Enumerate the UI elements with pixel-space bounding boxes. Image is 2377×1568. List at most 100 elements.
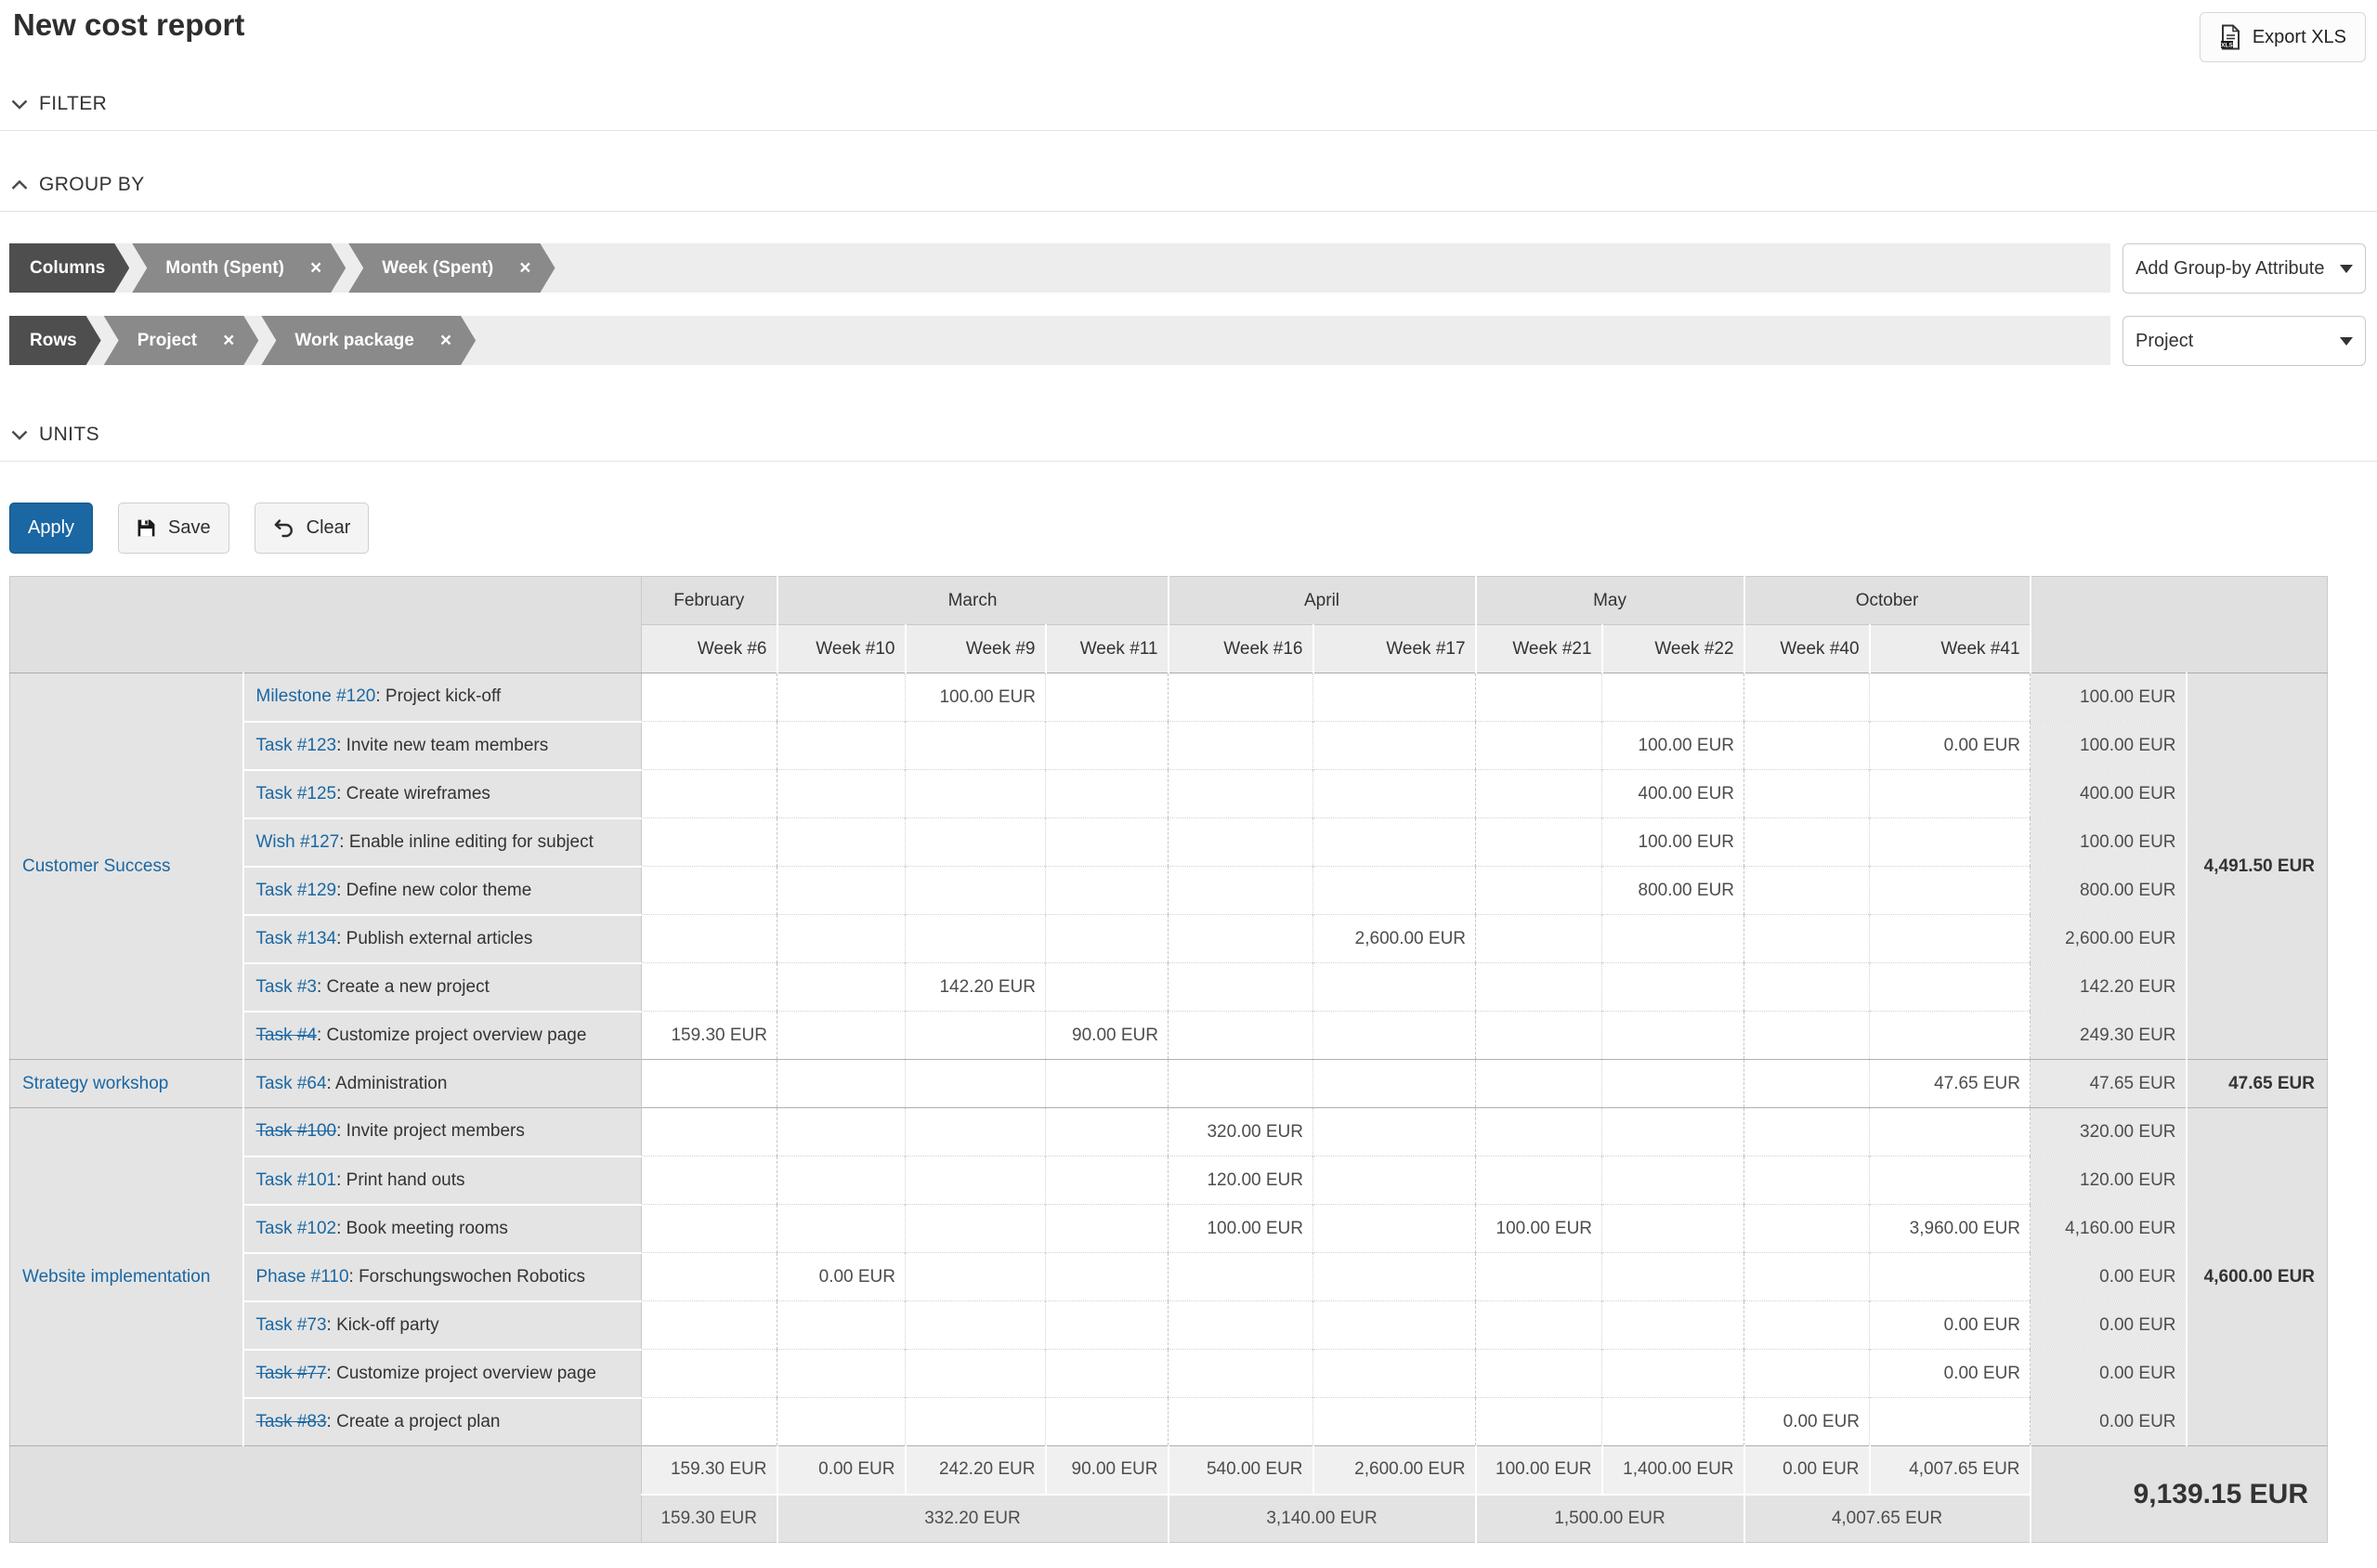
project-link[interactable]: Strategy workshop	[22, 1074, 168, 1093]
work-package-link[interactable]: Task #123	[256, 736, 337, 755]
cost-cell	[641, 721, 777, 770]
work-package-link[interactable]: Task #102	[256, 1219, 337, 1238]
work-package-link[interactable]: Milestone #120	[256, 686, 376, 706]
filter-section-toggle[interactable]: FILTER	[11, 93, 107, 115]
cost-cell	[777, 1107, 906, 1156]
cost-cell: 100.00 EUR	[1475, 1204, 1603, 1253]
cost-cell	[1168, 866, 1313, 915]
cost-cell	[777, 1156, 906, 1205]
row-sum-cell: 4,160.00 EUR	[2030, 1204, 2187, 1253]
close-icon[interactable]: ×	[310, 258, 321, 278]
work-package-link[interactable]: Task #64	[256, 1074, 327, 1093]
work-package-subject: : Forschungswochen Robotics	[348, 1266, 586, 1287]
row-sum-cell: 400.00 EUR	[2030, 769, 2187, 818]
month-header: February	[641, 576, 778, 625]
week-total-cell: 90.00 EUR	[1045, 1445, 1169, 1495]
cost-cell	[1869, 1252, 2031, 1301]
cost-cell	[777, 914, 906, 963]
cost-cell	[905, 817, 1046, 867]
cost-cell: 100.00 EUR	[1601, 721, 1745, 770]
work-package-cell: Task #64: Administration	[242, 1059, 642, 1108]
cost-cell	[641, 1156, 777, 1205]
group-by-chip-week-spent-[interactable]: Week (Spent) ×	[348, 243, 555, 293]
group-by-section-toggle[interactable]: GROUP BY	[11, 174, 145, 196]
work-package-link[interactable]: Task #83	[256, 1412, 327, 1431]
work-package-link[interactable]: Task #77	[256, 1364, 327, 1383]
work-package-cell: Milestone #120: Project kick-off	[242, 673, 642, 722]
cost-cell	[905, 1156, 1046, 1205]
cost-cell	[1045, 1252, 1169, 1301]
cost-cell	[1168, 1397, 1313, 1446]
export-xls-icon: XLS	[2219, 24, 2241, 50]
work-package-link[interactable]: Phase #110	[256, 1267, 349, 1287]
work-package-link[interactable]: Task #4	[256, 1026, 317, 1045]
cost-cell	[1168, 1300, 1313, 1350]
section-divider	[0, 130, 2377, 131]
cost-cell	[1045, 962, 1169, 1012]
work-package-cell: Task #77: Customize project overview pag…	[242, 1348, 642, 1398]
cost-cell	[905, 1107, 1046, 1156]
work-package-link[interactable]: Task #100	[256, 1121, 337, 1141]
project-link[interactable]: Website implementation	[22, 1267, 210, 1287]
clear-button[interactable]: Clear	[254, 503, 370, 554]
group-by-chip-project[interactable]: Project ×	[104, 316, 259, 365]
cost-cell	[1869, 673, 2031, 722]
month-total-cell: 332.20 EUR	[777, 1493, 1169, 1543]
add-group-by-attribute-dropdown[interactable]: Add Group-by Attribute	[2122, 243, 2366, 294]
table-row: Task #4: Customize project overview page…	[10, 1010, 2328, 1060]
work-package-link[interactable]: Task #73	[256, 1315, 327, 1335]
cost-cell	[1475, 1252, 1603, 1301]
cost-cell	[1601, 1156, 1745, 1205]
cost-cell	[1168, 962, 1313, 1012]
work-package-link[interactable]: Task #3	[256, 977, 317, 997]
export-xls-button[interactable]: XLS Export XLS	[2199, 12, 2366, 62]
week-header: Week #10	[777, 624, 907, 673]
row-sum-cell: 120.00 EUR	[2030, 1156, 2187, 1205]
week-total-cell: 100.00 EUR	[1475, 1445, 1603, 1495]
table-row: Task #129: Define new color theme 800.00 …	[10, 865, 2328, 915]
cost-cell	[1313, 1349, 1477, 1398]
work-package-link[interactable]: Task #134	[256, 929, 337, 948]
cost-cell	[1744, 1252, 1871, 1301]
work-package-subject: : Kick-off party	[326, 1314, 439, 1335]
work-package-link[interactable]: Wish #127	[256, 832, 340, 852]
cost-cell	[641, 1059, 777, 1108]
chip-label: Project	[137, 330, 198, 350]
group-by-columns-row: Columns Month (Spent) × Week (Spent) × Add G…	[0, 243, 2377, 294]
cost-cell: 0.00 EUR	[777, 1252, 906, 1301]
cost-cell	[1475, 1397, 1603, 1446]
chevron-down-icon	[11, 430, 28, 440]
cost-cell	[1313, 817, 1477, 867]
apply-button[interactable]: Apply	[9, 503, 94, 554]
work-package-link[interactable]: Task #125	[256, 784, 337, 804]
project-cell: Website implementation	[9, 1107, 244, 1446]
cost-cell	[1869, 1156, 2031, 1205]
cost-cell	[641, 1397, 777, 1446]
close-icon[interactable]: ×	[223, 331, 234, 350]
save-button[interactable]: Save	[118, 503, 229, 554]
group-by-chip-work-package[interactable]: Work package ×	[261, 316, 476, 365]
row-sum-cell: 47.65 EUR	[2030, 1059, 2187, 1108]
project-dropdown[interactable]: Project	[2122, 316, 2366, 366]
cost-cell	[641, 769, 777, 818]
work-package-subject: : Project kick-off	[375, 686, 502, 707]
cost-cell	[905, 769, 1046, 818]
table-row: Customer Success Milestone #120: Project …	[9, 673, 2328, 1060]
work-package-link[interactable]: Task #129	[256, 881, 337, 900]
close-icon[interactable]: ×	[519, 258, 530, 278]
work-package-link[interactable]: Task #101	[256, 1170, 337, 1190]
cost-cell	[1475, 1011, 1603, 1060]
work-package-subject: : Create a new project	[316, 976, 490, 997]
cost-cell	[1045, 769, 1169, 818]
close-icon[interactable]: ×	[440, 331, 451, 350]
month-header: May	[1475, 576, 1745, 625]
section-divider	[0, 211, 2377, 212]
table-row: Phase #110: Forschungswochen Robotics 0.0…	[10, 1251, 2328, 1301]
units-section-toggle[interactable]: UNITS	[11, 424, 99, 446]
group-by-chip-month-spent-[interactable]: Month (Spent) ×	[132, 243, 346, 293]
project-link[interactable]: Customer Success	[22, 856, 170, 876]
month-total-cell: 3,140.00 EUR	[1168, 1493, 1477, 1543]
cost-cell	[1045, 1204, 1169, 1253]
cost-cell	[1869, 914, 2031, 963]
cost-cell	[1045, 914, 1169, 963]
